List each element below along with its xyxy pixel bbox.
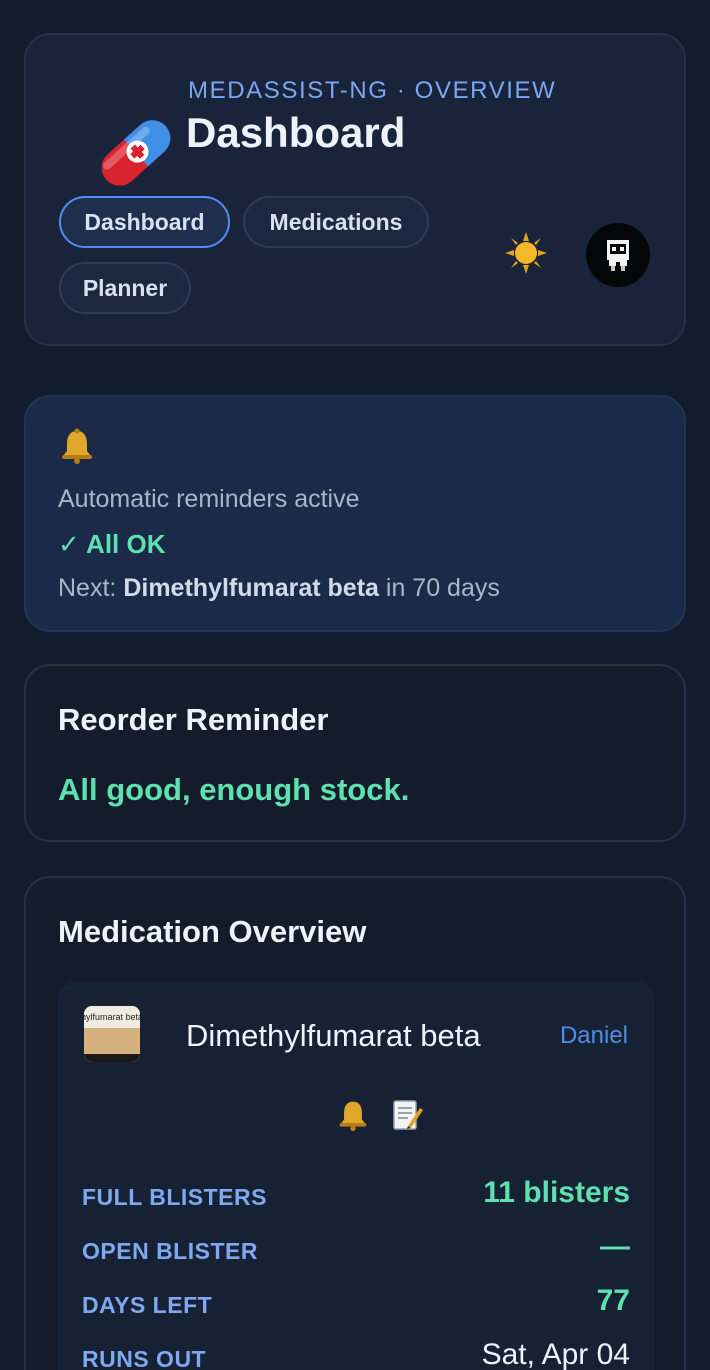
stat-runs-out: RUNS OUT Sat, Apr 04 bbox=[82, 1338, 630, 1370]
bell-icon bbox=[62, 428, 92, 464]
stat-value: 11 blisters bbox=[483, 1176, 630, 1209]
reminder-status-card: Automatic reminders active ✓ All OK Next… bbox=[24, 395, 686, 632]
reminder-bell-icon[interactable] bbox=[336, 1098, 370, 1132]
stat-full-blisters: FULL BLISTERS 11 blisters bbox=[82, 1176, 630, 1216]
tab-dashboard[interactable]: Dashboard bbox=[59, 196, 230, 248]
pill-icon bbox=[101, 120, 171, 186]
reorder-status: All good, enough stock. bbox=[58, 772, 410, 807]
medication-owner-link[interactable]: Daniel bbox=[560, 1022, 628, 1050]
reorder-title: Reorder Reminder bbox=[58, 702, 329, 737]
medication-thumbnail: hylfumarat beta bbox=[84, 1006, 140, 1062]
medication-name: Dimethylfumarat beta bbox=[186, 1018, 481, 1053]
stat-label: DAYS LEFT bbox=[82, 1292, 213, 1318]
next-prefix: Next: bbox=[58, 574, 117, 602]
next-medication-name: Dimethylfumarat beta bbox=[123, 574, 379, 602]
stat-value: Sat, Apr 04 bbox=[481, 1338, 630, 1370]
tab-medications[interactable]: Medications bbox=[243, 196, 429, 248]
reminder-ok-badge: ✓ All OK bbox=[58, 529, 166, 559]
stat-open-blister: OPEN BLISTER — bbox=[82, 1230, 630, 1270]
next-reminder-text: Next: Dimethylfumarat beta in 70 days bbox=[58, 574, 500, 603]
stat-value: 77 bbox=[596, 1284, 630, 1317]
stat-label: FULL BLISTERS bbox=[82, 1184, 267, 1210]
overview-title: Medication Overview bbox=[58, 914, 367, 949]
header-card: MEDASSIST-NG · OVERVIEW Dashboard Dashbo… bbox=[24, 33, 686, 346]
tab-planner[interactable]: Planner bbox=[59, 262, 191, 314]
stat-days-left: DAYS LEFT 77 bbox=[82, 1284, 630, 1324]
thumbnail-label: hylfumarat beta bbox=[84, 1012, 140, 1022]
stat-value: — bbox=[600, 1230, 630, 1263]
medication-item[interactable]: hylfumarat beta Dimethylfumarat beta Dan… bbox=[58, 982, 654, 1370]
app-eyebrow: MEDASSIST-NG · OVERVIEW bbox=[188, 77, 557, 104]
next-suffix: in 70 days bbox=[385, 574, 500, 602]
reminder-status-text: Automatic reminders active bbox=[58, 485, 360, 513]
sun-icon[interactable] bbox=[504, 231, 548, 275]
avatar[interactable] bbox=[586, 223, 650, 287]
stat-label: RUNS OUT bbox=[82, 1346, 207, 1370]
medication-overview-card: Medication Overview hylfumarat beta Dime… bbox=[24, 876, 686, 1370]
page-title: Dashboard bbox=[186, 109, 406, 156]
robot-avatar-icon bbox=[607, 240, 629, 271]
edit-memo-icon[interactable] bbox=[390, 1098, 424, 1132]
reorder-reminder-card: Reorder Reminder All good, enough stock. bbox=[24, 664, 686, 842]
stat-label: OPEN BLISTER bbox=[82, 1238, 258, 1264]
